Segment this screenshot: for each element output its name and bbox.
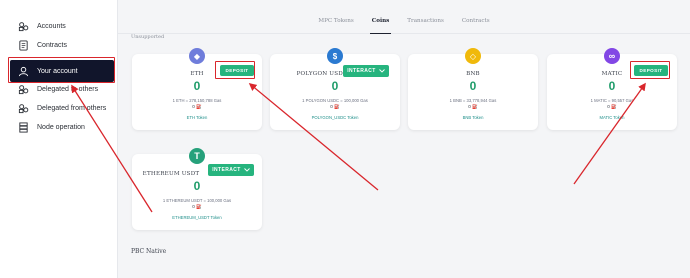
accounts-icon xyxy=(17,20,29,32)
page: Accounts Contracts Your account Delegate… xyxy=(0,0,690,278)
interact-button[interactable]: INTERACT xyxy=(343,65,389,77)
coin-rate: 1 POLYGON USDC = 100,000 Gas xyxy=(302,98,368,103)
section-label-pbc-native: PBC Native xyxy=(131,248,167,255)
sidebar-item-label: Delegated to others xyxy=(37,85,99,93)
deposit-button[interactable]: DEPOSIT xyxy=(220,65,254,76)
interact-button[interactable]: INTERACT xyxy=(208,164,254,176)
matic-logo-icon: ∞ xyxy=(604,48,620,64)
server-icon xyxy=(17,121,29,133)
interact-button-label: INTERACT xyxy=(347,68,376,74)
sidebar-item-label: Node operation xyxy=(37,123,85,131)
sidebar-item-contracts[interactable]: Contracts xyxy=(10,34,114,56)
usdc-logo-icon: $ xyxy=(327,48,343,64)
tab-bar: MPC Tokens Coins Transactions Contracts xyxy=(118,12,690,34)
coin-card-polygon-usdc: $ POLYGON USDC 0 1 POLYGON USDC = 100,00… xyxy=(270,48,400,130)
coin-token-label: BNB Token xyxy=(462,115,484,120)
usdt-logo-icon: T xyxy=(189,148,205,164)
deposit-button[interactable]: DEPOSIT xyxy=(634,65,668,76)
coin-gas-balance: 0 ⛽ xyxy=(468,104,478,109)
coin-gas-balance: 0 ⛽ xyxy=(607,104,617,109)
coin-rate: 1 ETHEREUM USDT = 100,000 Gas xyxy=(162,198,232,203)
tab-transactions[interactable]: Transactions xyxy=(405,12,446,34)
sidebar-item-label: Delegated from others xyxy=(37,104,107,112)
coin-token-label: POLYGON_USDC Token xyxy=(311,115,359,120)
coin-balance: 0 xyxy=(193,179,201,193)
coin-balance: 0 xyxy=(193,79,201,93)
coin-card-ethereum-usdt: T ETHEREUM USDT 0 1 ETHEREUM USDT = 100,… xyxy=(132,148,262,230)
coin-balance: 0 xyxy=(608,79,616,93)
section-heading-cut: Unsupported xyxy=(131,34,165,40)
coin-token-label: ETH Token xyxy=(186,115,208,120)
contracts-icon xyxy=(17,39,29,51)
coin-balance: 0 xyxy=(331,79,339,93)
chevron-down-icon xyxy=(243,168,250,172)
delegated-to-icon xyxy=(17,83,29,95)
user-icon xyxy=(17,65,29,77)
main-content: MPC Tokens Coins Transactions Contracts … xyxy=(118,0,690,278)
coin-name: BNB xyxy=(466,71,480,77)
coin-token-label: MATIC Token xyxy=(599,115,625,120)
tab-contracts[interactable]: Contracts xyxy=(460,12,492,34)
coin-token-label: ETHEREUM_USDT Token xyxy=(172,215,222,220)
interact-button-label: INTERACT xyxy=(212,167,241,173)
sidebar: Accounts Contracts Your account Delegate… xyxy=(0,0,118,278)
coin-gas-balance: 0 ⛽ xyxy=(192,104,202,109)
coin-rate: 1 ETH = 278,150,788 Gas xyxy=(172,98,222,103)
chevron-down-icon xyxy=(378,69,385,73)
coin-rate: 1 MATIC = 90,557 Gas xyxy=(590,98,634,103)
bnb-logo-icon: ◇ xyxy=(465,48,481,64)
eth-logo-icon: ◆ xyxy=(189,48,205,64)
sidebar-item-label: Accounts xyxy=(37,22,66,30)
coin-gas-balance: 0 ⛽ xyxy=(330,104,340,109)
delegated-from-icon xyxy=(17,102,29,114)
coin-balance: 0 xyxy=(469,79,477,93)
coin-gas-balance: 0 ⛽ xyxy=(192,204,202,209)
coin-card-matic: ∞ MATIC 0 1 MATIC = 90,557 Gas 0 ⛽ MATIC… xyxy=(547,48,677,130)
coin-card-eth: ◆ ETH 0 1 ETH = 278,150,788 Gas 0 ⛽ ETH … xyxy=(132,48,262,130)
coin-rate: 1 BNB = 33,778,944 Gas xyxy=(449,98,497,103)
sidebar-item-label: Contracts xyxy=(37,41,67,49)
sidebar-item-label: Your account xyxy=(37,67,78,75)
tab-mpc-tokens[interactable]: MPC Tokens xyxy=(316,12,355,34)
tab-coins[interactable]: Coins xyxy=(369,12,392,34)
coin-card-bnb: ◇ BNB 0 1 BNB = 33,778,944 Gas 0 ⛽ BNB T… xyxy=(408,48,538,130)
sidebar-item-node-operation[interactable]: Node operation xyxy=(10,116,114,138)
